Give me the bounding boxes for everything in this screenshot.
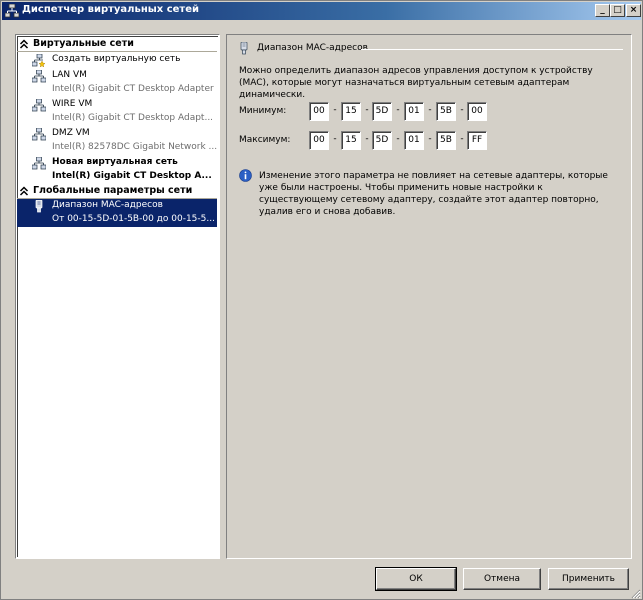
tree-item-range: От 00-15-5D-01-5B-00 до 00-15-5... xyxy=(52,214,215,224)
apply-button[interactable]: Применить xyxy=(548,568,629,590)
min-octet-2-input[interactable]: 15 xyxy=(341,102,361,121)
octet-separator: - xyxy=(333,105,337,115)
max-octet-2-input[interactable]: 15 xyxy=(341,131,361,150)
ok-button[interactable]: ОК xyxy=(375,567,457,591)
tree-item-label: DMZ VM xyxy=(52,128,90,138)
title-bar[interactable]: Диспетчер виртуальных сетей _ □ × xyxy=(2,2,641,20)
mac-range-icon xyxy=(35,200,43,213)
header-divider xyxy=(17,51,217,52)
maximum-label: Максимум: xyxy=(239,135,291,145)
octet-separator: - xyxy=(396,105,400,115)
octet-separator: - xyxy=(333,134,337,144)
network-manager-icon xyxy=(5,4,19,18)
navigation-tree[interactable]: Виртуальные сети Создать виртуальную сет… xyxy=(15,34,220,559)
mac-minimum-row: Минимум: 00 - 15 - 5D - 01 - 5B - 00 xyxy=(239,102,619,122)
tree-item-wire-vm[interactable]: WIRE VM Intel(R) Gigabit CT Desktop Adap… xyxy=(17,98,217,126)
octet-separator: - xyxy=(396,134,400,144)
max-octet-4-input[interactable]: 01 xyxy=(404,131,424,150)
minimize-button[interactable]: _ xyxy=(595,4,610,17)
info-icon xyxy=(239,169,252,182)
min-octet-6-input[interactable]: 00 xyxy=(467,102,487,121)
tree-item-label: LAN VM xyxy=(52,70,87,80)
tree-item-adapter: Intel(R) Gigabit CT Desktop Adapter xyxy=(52,84,214,94)
network-icon xyxy=(32,128,46,141)
tree-item-adapter: Intel(R) 82578DC Gigabit Network ... xyxy=(52,142,218,152)
minimum-label: Минимум: xyxy=(239,106,287,116)
octet-separator: - xyxy=(365,134,369,144)
details-divider xyxy=(361,49,623,50)
virtual-networks-header-label: Виртуальные сети xyxy=(33,38,134,49)
max-octet-6-input[interactable]: FF xyxy=(467,131,487,150)
max-octet-5-input[interactable]: 5B xyxy=(436,131,456,150)
global-settings-header[interactable]: Глобальные параметры сети xyxy=(17,185,217,199)
tree-item-label: Новая виртуальная сеть xyxy=(52,157,178,167)
tree-item-mac-range[interactable]: Диапазон MAC-адресов От 00-15-5D-01-5B-0… xyxy=(17,199,217,227)
max-octet-1-input[interactable]: 00 xyxy=(309,131,329,150)
network-icon xyxy=(32,99,46,112)
tree-item-lan-vm[interactable]: LAN VM Intel(R) Gigabit CT Desktop Adapt… xyxy=(17,69,217,97)
virtual-network-manager-window: Диспетчер виртуальных сетей _ □ × Виртуа… xyxy=(0,0,643,600)
virtual-networks-header[interactable]: Виртуальные сети xyxy=(17,38,217,52)
network-icon xyxy=(32,70,46,83)
min-octet-3-input[interactable]: 5D xyxy=(372,102,392,121)
new-network-icon xyxy=(32,54,46,67)
details-pane: Диапазон MAC-адресов Можно определить ди… xyxy=(226,34,632,559)
description-text: Можно определить диапазон адресов управл… xyxy=(239,66,593,100)
tree-item-new-virtual-network[interactable]: Новая виртуальная сеть Intel(R) Gigabit … xyxy=(17,156,217,184)
octet-separator: - xyxy=(460,105,464,115)
maximize-button[interactable]: □ xyxy=(610,4,625,17)
collapse-chevron-icon[interactable] xyxy=(19,186,29,196)
global-settings-header-label: Глобальные параметры сети xyxy=(33,185,193,196)
mac-range-icon xyxy=(240,42,248,55)
octet-separator: - xyxy=(365,105,369,115)
octet-separator: - xyxy=(428,134,432,144)
min-octet-5-input[interactable]: 5B xyxy=(436,102,456,121)
tree-item-label: Диапазон MAC-адресов xyxy=(52,200,163,210)
octet-separator: - xyxy=(428,105,432,115)
tree-item-adapter: Intel(R) Gigabit CT Desktop A... xyxy=(52,171,212,181)
tree-item-label: Создать виртуальную сеть xyxy=(52,54,181,64)
resize-grip-icon[interactable] xyxy=(629,587,641,599)
min-octet-4-input[interactable]: 01 xyxy=(404,102,424,121)
tree-item-create-network[interactable]: Создать виртуальную сеть xyxy=(17,53,217,68)
info-text: Изменение этого параметра не повлияет на… xyxy=(259,171,608,217)
mac-maximum-row: Максимум: 00 - 15 - 5D - 01 - 5B - FF xyxy=(239,131,619,151)
details-title: Диапазон MAC-адресов xyxy=(257,43,368,53)
tree-item-adapter: Intel(R) Gigabit CT Desktop Adapt... xyxy=(52,113,214,123)
details-header: Диапазон MAC-адресов xyxy=(239,42,629,56)
max-octet-3-input[interactable]: 5D xyxy=(372,131,392,150)
window-title: Диспетчер виртуальных сетей xyxy=(22,4,199,15)
octet-separator: - xyxy=(460,134,464,144)
close-button[interactable]: × xyxy=(626,4,641,17)
tree-item-label: WIRE VM xyxy=(52,99,93,109)
collapse-chevron-icon[interactable] xyxy=(19,39,29,49)
tree-item-dmz-vm[interactable]: DMZ VM Intel(R) 82578DC Gigabit Network … xyxy=(17,127,217,155)
cancel-button[interactable]: Отмена xyxy=(463,568,541,590)
network-icon xyxy=(32,157,46,170)
min-octet-1-input[interactable]: 00 xyxy=(309,102,329,121)
